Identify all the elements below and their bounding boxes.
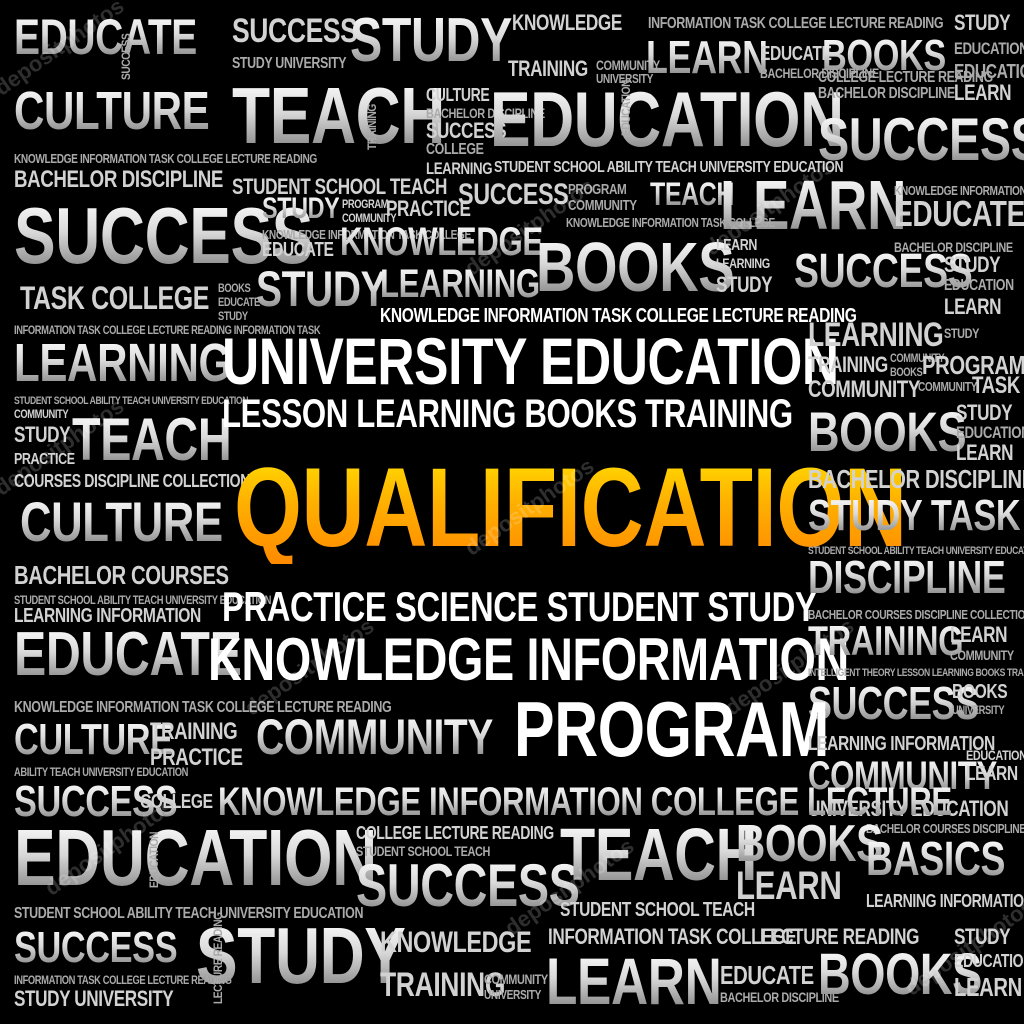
- word: COMMUNITY: [918, 379, 978, 394]
- word: STUDY: [256, 261, 387, 317]
- word: COMMUNITY: [256, 709, 493, 765]
- word: COMMUNITY: [14, 407, 69, 421]
- word: BACHELOR COURSES: [14, 560, 229, 590]
- word: UNIVERSITY: [484, 987, 541, 1002]
- word: SUCCESS: [14, 923, 178, 972]
- word: STUDY UNIVERSITY: [232, 55, 347, 72]
- word: TEACH: [232, 71, 445, 160]
- word: EDUCATE: [262, 239, 334, 261]
- word: LEARN: [956, 440, 1014, 465]
- word: BACHELOR DISCIPLINE: [808, 464, 1024, 494]
- word: BASICS: [866, 833, 1006, 886]
- word: LEARN: [966, 763, 1018, 785]
- word: COMMUNITY: [484, 971, 548, 987]
- word: EDUCATION: [147, 831, 161, 888]
- word: STUDY: [716, 272, 773, 297]
- word: TASK: [972, 372, 1021, 399]
- word: LESSON LEARNING BOOKS TRAINING: [222, 392, 793, 436]
- word: TRAINING: [808, 352, 888, 377]
- word: KNOWLEDGE: [512, 10, 622, 35]
- word: STUDY: [954, 10, 1011, 35]
- word: LEARN: [546, 944, 722, 1018]
- word: COMMUNITY: [950, 647, 1014, 663]
- word: CULTURE: [426, 85, 490, 105]
- word: EDUCATION: [944, 277, 1014, 294]
- word-cloud-canvas: EDUCATE SUCCESS STUDY KNOWLEDGE INFORMAT…: [0, 0, 1024, 1024]
- word: LEARNING INFORMATION: [866, 891, 1024, 911]
- word: TASK COLLEGE: [20, 280, 209, 316]
- word: LEARN: [950, 622, 1008, 647]
- word: BACHELOR DISCIPLINE: [14, 166, 223, 193]
- word: PROGRAM: [342, 197, 389, 211]
- word: KNOWLEDGE INFORMATION TASK COLLEGE LECTU…: [14, 151, 317, 166]
- word: EDUCATE: [760, 43, 832, 65]
- word: LEARN: [646, 31, 768, 83]
- word: LEARN: [954, 972, 1022, 1002]
- word: EDUCATION: [966, 747, 1024, 763]
- word: LEARN: [944, 294, 1002, 319]
- word: STUDY: [218, 309, 248, 323]
- word: STUDY TASK: [808, 491, 1021, 540]
- word: KNOWLEDGE INFORMATION TASK COLLEGE LECTU…: [380, 305, 857, 327]
- word: COMMUNITY: [808, 376, 920, 403]
- word: COURSES DISCIPLINE COLLECTION: [14, 471, 250, 491]
- word: EDUCATE: [218, 295, 260, 309]
- word: SUCCESS: [818, 110, 1024, 170]
- word: CULTURE: [14, 81, 210, 141]
- word: STUDY: [944, 325, 980, 341]
- word: EDUCATION: [954, 39, 1024, 58]
- word: UNIVERSITY: [952, 703, 1005, 717]
- word: LEARNING: [808, 316, 944, 354]
- word: LEARNING: [14, 333, 231, 393]
- word: SUCCESS: [119, 33, 133, 80]
- word: UNIVERSITY EDUCATION: [222, 324, 839, 398]
- word: EDUCATE: [720, 960, 814, 990]
- word: LECTURE READING: [211, 912, 225, 1004]
- word: SUCCESS: [232, 12, 358, 50]
- word: STUDY: [350, 6, 512, 75]
- word: PRACTICE SCIENCE STUDENT STUDY: [222, 583, 817, 630]
- word: BOOKS: [808, 400, 967, 463]
- word: LEARN: [954, 80, 1012, 105]
- word: INFORMATION TASK COLLEGE LECTURE READING: [648, 15, 944, 32]
- word: STUDY: [944, 252, 1001, 277]
- word: EDUCATION: [956, 423, 1024, 442]
- word: LEARNING: [380, 262, 540, 306]
- word: INFORMATION TASK COLLEGE LECTURE READING: [14, 973, 232, 987]
- word: COLLEGE: [426, 141, 484, 158]
- word: CULTURE: [14, 715, 173, 764]
- word: PROGRAM: [514, 685, 829, 773]
- word: EDUCATE: [894, 193, 1024, 234]
- word: COLLEGE LECTURE READING: [356, 823, 554, 843]
- word: TRAINING: [365, 104, 379, 150]
- word: EDUCATION: [490, 75, 844, 163]
- word: BACHELOR DISCIPLINE: [818, 85, 955, 102]
- word: STUDY: [956, 400, 1013, 425]
- word: EDUCATION: [619, 79, 633, 136]
- word: CULTURE: [20, 490, 223, 553]
- word: STUDY UNIVERSITY: [14, 986, 174, 1011]
- word: BOOKS: [218, 281, 251, 295]
- word: BOOKS: [736, 815, 883, 873]
- word: LEARNING: [716, 255, 770, 271]
- word: STUDY: [262, 192, 340, 225]
- word: TRAINING: [150, 718, 238, 745]
- word: BOOKS: [952, 681, 1008, 703]
- word: STUDENT SCHOOL TEACH: [560, 899, 755, 921]
- word: DISCIPLINE: [808, 551, 1006, 603]
